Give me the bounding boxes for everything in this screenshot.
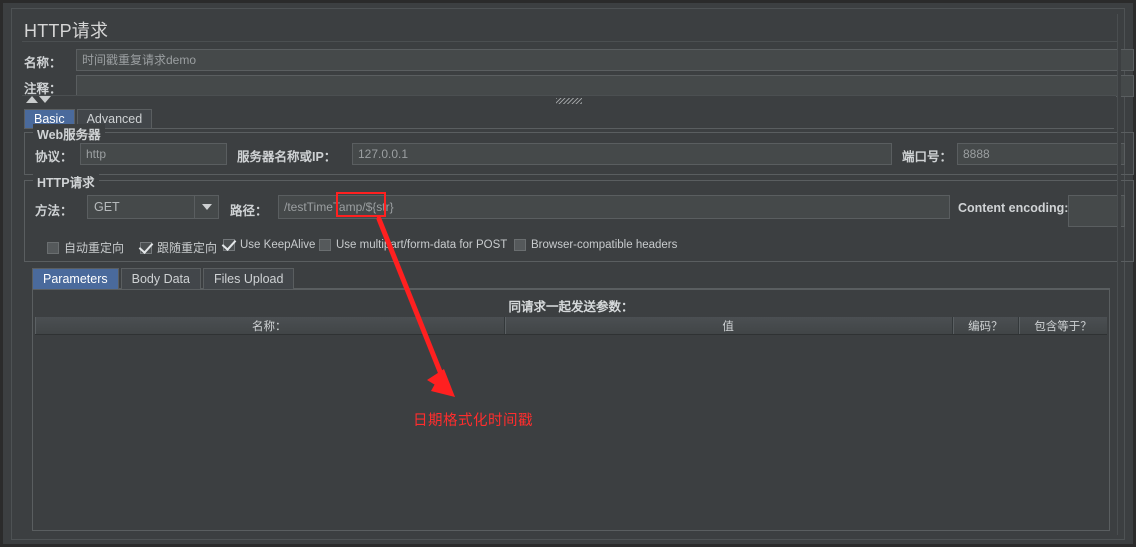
column-header-name[interactable]: 名称：	[35, 317, 505, 334]
web-server-row: 协议： http 服务器名称或IP： 127.0.0.1 端口号： 8888	[25, 143, 1133, 166]
parameters-panel: 同请求一起发送参数： 名称： 值 编码？ 包含等于？	[32, 289, 1110, 531]
parameters-table-header: 名称： 值 编码？ 包含等于？	[35, 317, 1107, 335]
tabbar-underline	[24, 128, 1114, 129]
method-path-row: 方法： GET 路径： /testTimeTamp/${str} Content…	[25, 195, 1133, 227]
host-label: 服务器名称或IP：	[237, 150, 337, 164]
checkbox-label: 跟随重定向	[157, 241, 218, 255]
protocol-label: 协议：	[35, 150, 73, 164]
content-encoding-label: Content encoding:	[958, 201, 1069, 215]
triangle-down-icon[interactable]	[39, 96, 51, 103]
window-frame: HTTP请求 名称： 时间戳重复请求demo 注释： Basic Advance…	[0, 0, 1136, 547]
port-input[interactable]: 8888	[957, 143, 1125, 165]
column-header-value[interactable]: 值	[505, 317, 953, 334]
method-select[interactable]: GET	[87, 195, 219, 219]
http-request-panel: HTTP请求 名称： 时间戳重复请求demo 注释： Basic Advance…	[0, 0, 1136, 547]
protocol-input[interactable]: http	[80, 143, 227, 165]
tab-body-data[interactable]: Body Data	[120, 268, 201, 289]
name-input[interactable]: 时间戳重复请求demo	[76, 49, 1134, 71]
column-header-include-equals[interactable]: 包含等于？	[1019, 317, 1107, 334]
chevron-down-icon[interactable]	[194, 196, 218, 218]
name-row: 名称： 时间戳重复请求demo	[24, 49, 1134, 72]
highlight-box-annotation	[336, 192, 386, 217]
checkbox-box-icon[interactable]	[514, 239, 526, 251]
checkbox-label: Browser-compatible headers	[531, 239, 678, 251]
method-label: 方法：	[35, 204, 73, 218]
http-request-group-title: HTTP请求	[33, 172, 99, 191]
parameters-caption: 同请求一起发送参数：	[508, 300, 634, 314]
checkbox-box-icon[interactable]	[319, 239, 331, 251]
request-options-row: 自动重定向 跟随重定向 Use KeepAlive Use multipart/…	[25, 239, 1133, 259]
name-label: 名称：	[24, 56, 62, 70]
path-label: 路径：	[230, 204, 268, 218]
checkbox-auto-redirect[interactable]: 自动重定向	[47, 239, 124, 256]
host-input[interactable]: 127.0.0.1	[352, 143, 892, 165]
splitter-arrows[interactable]	[26, 96, 51, 103]
main-tabbar: Basic Advanced	[24, 109, 1114, 129]
checkbox-box-icon[interactable]	[223, 239, 235, 251]
checkbox-browser-compatible-headers[interactable]: Browser-compatible headers	[514, 239, 677, 251]
splitter-bar[interactable]	[22, 95, 1116, 105]
checkbox-box-icon[interactable]	[140, 241, 152, 254]
grip-dots-icon[interactable]	[556, 98, 582, 104]
content-pane: HTTP请求 名称： 时间戳重复请求demo 注释： Basic Advance…	[11, 8, 1134, 540]
port-label: 端口号：	[902, 150, 953, 164]
checkbox-label: Use multipart/form-data for POST	[336, 239, 508, 251]
tab-parameters[interactable]: Parameters	[32, 268, 119, 289]
http-request-group: HTTP请求 方法： GET 路径： /testTimeTamp/${str} …	[24, 172, 1134, 262]
parameters-table-body[interactable]	[35, 335, 1107, 528]
column-header-encode[interactable]: 编码？	[953, 317, 1020, 334]
checkbox-box-icon[interactable]	[47, 241, 59, 254]
checkbox-use-multipart[interactable]: Use multipart/form-data for POST	[319, 239, 507, 251]
web-server-group-title: Web服务器	[33, 124, 105, 143]
checkbox-follow-redirect[interactable]: 跟随重定向	[140, 239, 217, 256]
checkbox-label: 自动重定向	[64, 241, 125, 255]
tab-files-upload[interactable]: Files Upload	[202, 268, 295, 289]
callout-text: 日期格式化时间戳	[413, 413, 533, 429]
title-divider	[22, 41, 1118, 42]
comment-input[interactable]	[76, 75, 1134, 97]
checkbox-use-keepalive[interactable]: Use KeepAlive	[223, 239, 315, 251]
method-select-value: GET	[94, 200, 120, 214]
right-edge-sliver	[1117, 14, 1121, 535]
triangle-up-icon[interactable]	[26, 96, 38, 103]
page-title: HTTP请求	[24, 21, 109, 41]
checkbox-label: Use KeepAlive	[240, 239, 316, 251]
sub-tabbar: Parameters Body Data Files Upload	[32, 268, 1110, 289]
web-server-group: Web服务器 协议： http 服务器名称或IP： 127.0.0.1 端口号：…	[24, 124, 1134, 175]
